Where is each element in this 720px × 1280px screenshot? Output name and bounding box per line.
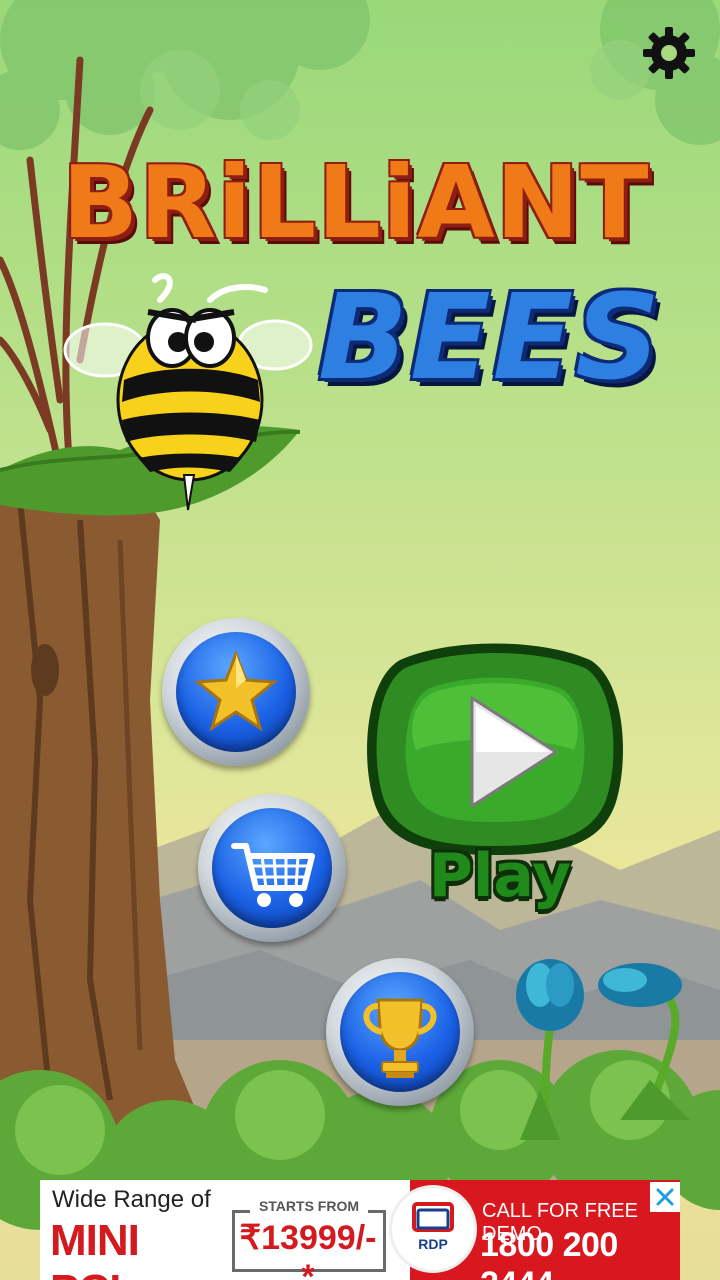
ad-phone-number: 1800 200 2444 (480, 1226, 618, 1280)
ad-headline: Wide Range of (52, 1186, 211, 1213)
bee-character (63, 273, 313, 511)
game-title-bees: BEES (318, 268, 663, 406)
play-button[interactable] (360, 640, 630, 860)
star-favorites-button[interactable] (162, 618, 310, 766)
trophy-icon (363, 998, 437, 1078)
ad-brand-name: RDP (418, 1236, 448, 1252)
settings-button[interactable] (640, 24, 698, 82)
ad-banner[interactable]: Wide Range of MINI PC’s STARTS FROM ₹139… (40, 1180, 680, 1280)
leaderboard-trophy-button[interactable] (326, 958, 474, 1106)
ad-brand-logo: RDP (392, 1188, 474, 1270)
play-triangle-icon (470, 696, 558, 808)
ad-product: MINI PC’s (50, 1216, 143, 1280)
shop-cart-button[interactable] (198, 794, 346, 942)
gear-icon (643, 27, 695, 79)
close-icon (656, 1188, 674, 1206)
play-label: Play (428, 841, 572, 911)
monitor-logo-icon (412, 1202, 454, 1232)
ad-left-panel: Wide Range of MINI PC’s (40, 1180, 230, 1280)
ad-starts-from: STARTS FROM (250, 1194, 368, 1218)
ad-price: ₹13999/-* (239, 1219, 377, 1280)
star-icon (194, 649, 278, 732)
shopping-cart-icon (231, 843, 315, 907)
ad-close-button[interactable] (650, 1182, 680, 1212)
game-title-brilliant: BRiLLiANT (62, 144, 650, 261)
game-menu-screen: BRiLLiANT BEES Play Wide Range of MINI S… (0, 0, 720, 1280)
